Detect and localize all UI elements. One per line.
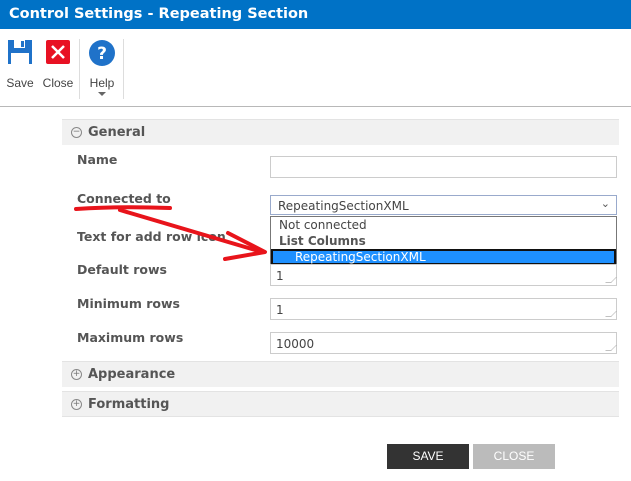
annotation-arrow [74, 205, 267, 261]
